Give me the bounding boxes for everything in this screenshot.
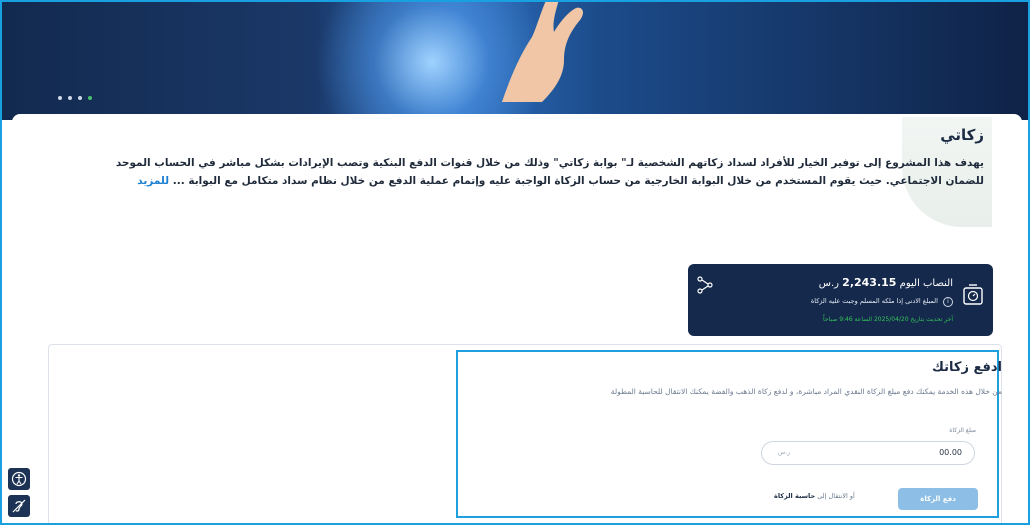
intro-description: يهدف هذا المشروع إلى توفير الخيار للأفرا… (92, 154, 984, 190)
calc-prefix: أو الانتقال إلى (817, 492, 855, 500)
amount-input[interactable]: 00.00 ر.س (761, 441, 975, 465)
page-title: زكاتي (940, 126, 984, 144)
share-icon[interactable] (696, 276, 714, 294)
slider-dot[interactable] (58, 96, 62, 100)
slider-dot-active[interactable] (88, 96, 92, 100)
hearing-button[interactable] (8, 495, 30, 517)
accessibility-icon (11, 471, 27, 487)
pay-button[interactable]: دفع الزكاة (898, 488, 978, 510)
more-link[interactable]: للمزيد (137, 175, 169, 187)
scale-icon (963, 284, 983, 305)
info-icon: i (943, 297, 953, 307)
nisab-note-text: المبلغ الادنى إذا ملكه المسلم وجبت عليه … (810, 297, 938, 305)
page-frame: زكاتي يهدف هذا المشروع إلى توفير الخيار … (0, 0, 1030, 525)
amount-value: 00.00 (939, 448, 962, 457)
hand-illustration (502, 2, 583, 102)
pay-description: من خلال هذه الخدمة يمكنك دفع مبلغ الزكاة… (610, 387, 1002, 396)
nisab-note: i المبلغ الادنى إذا ملكه المسلم وجبت علي… (811, 297, 953, 307)
nisab-value: 2,243.15 (842, 276, 897, 289)
hero-banner (2, 2, 1028, 120)
nisab-update: آخر تحديث بتاريخ 2025/04/20 الساعة 9:46 … (823, 316, 953, 323)
nisab-card: النصاب اليوم 2,243.15 ر.س i المبلغ الادن… (688, 264, 993, 336)
slider-dot[interactable] (78, 96, 82, 100)
slider-dot[interactable] (68, 96, 72, 100)
slider-dots[interactable] (58, 96, 92, 100)
hearing-icon (12, 499, 26, 513)
calculator-link-row: أو الانتقال إلى حاسبة الزكاة (774, 492, 855, 500)
nisab-line: النصاب اليوم 2,243.15 ر.س (819, 276, 953, 289)
intro-description-text: يهدف هذا المشروع إلى توفير الخيار للأفرا… (115, 157, 984, 187)
pay-title: ادفع زكاتك (932, 360, 1002, 375)
calculator-link[interactable]: حاسبة الزكاة (774, 492, 815, 500)
amount-currency: ر.س (778, 449, 791, 456)
accessibility-button[interactable] (8, 468, 30, 490)
nisab-label: النصاب اليوم (899, 278, 953, 289)
amount-label: مبلغ الزكاة (949, 427, 976, 434)
nisab-currency: ر.س (818, 278, 839, 289)
